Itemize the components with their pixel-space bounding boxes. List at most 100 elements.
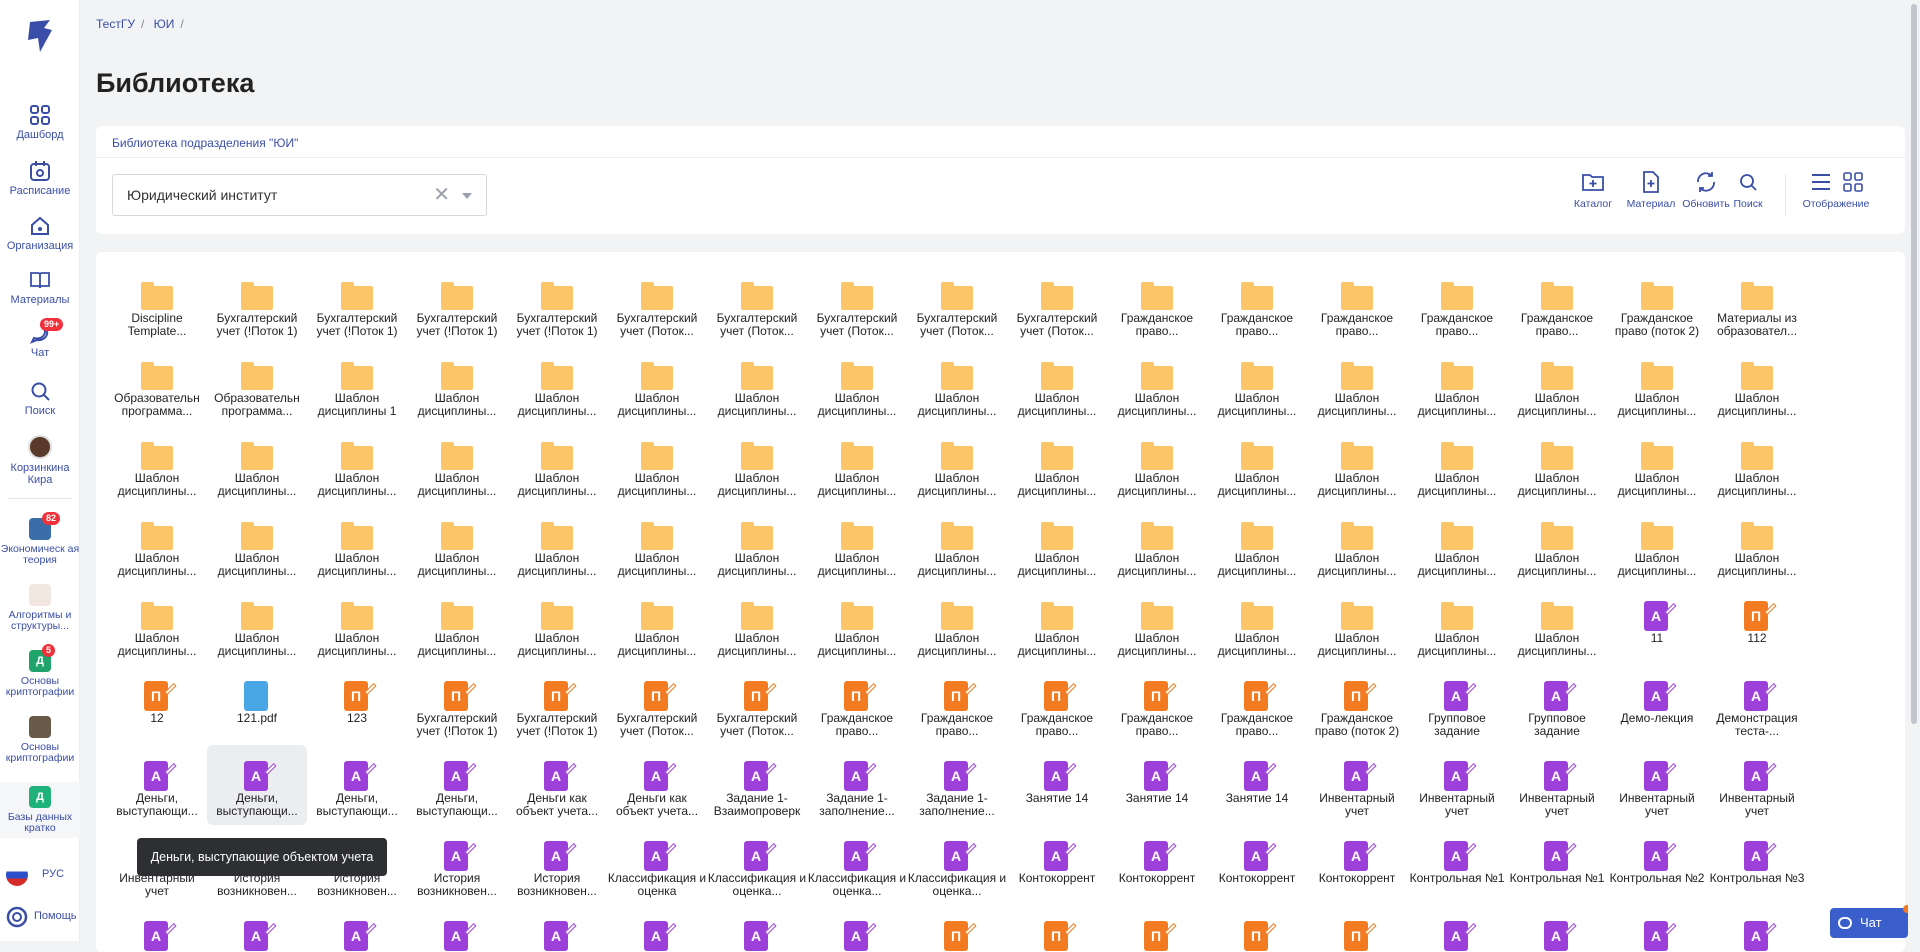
material-item[interactable]: АИнвентарный учет	[1607, 745, 1707, 825]
folder-item[interactable]: Шаблон дисциплины...	[807, 345, 907, 425]
sidebar-course[interactable]: 82 Экономическ ая теория	[0, 512, 80, 566]
folder-item[interactable]: Шаблон дисциплины...	[207, 505, 307, 585]
material-item[interactable]: П	[1207, 905, 1307, 952]
folder-item[interactable]: Шаблон дисциплины...	[107, 505, 207, 585]
folder-item[interactable]: Шаблон дисциплины...	[1107, 425, 1207, 505]
folder-item[interactable]: Шаблон дисциплины...	[1207, 425, 1307, 505]
folder-item[interactable]: Шаблон дисциплины...	[707, 345, 807, 425]
scrollbar-thumb[interactable]	[1911, 4, 1917, 724]
material-item[interactable]: А Контрольная №1	[1507, 825, 1607, 905]
material-item[interactable]: 121.pdf	[207, 665, 307, 745]
folder-item[interactable]: Шаблон дисциплины...	[1407, 345, 1507, 425]
folder-item[interactable]: Шаблон дисциплины...	[1007, 425, 1107, 505]
folder-item[interactable]: Шаблон дисциплины...	[1007, 345, 1107, 425]
material-item[interactable]: А Деньги, выступающи...	[307, 745, 407, 825]
folder-item[interactable]: Шаблон дисциплины...	[1407, 505, 1507, 585]
material-item[interactable]: А Задание 1- заполнение...	[907, 745, 1007, 825]
chat-button[interactable]: Чат	[1830, 905, 1911, 938]
folder-item[interactable]: Шаблон дисциплины 1	[307, 345, 407, 425]
material-item[interactable]: П 123	[307, 665, 407, 745]
clear-icon[interactable]: ✕	[433, 185, 450, 205]
folder-item[interactable]: Шаблон дисциплины...	[1407, 425, 1507, 505]
folder-item[interactable]: Гражданское право (поток 2)	[1607, 265, 1707, 345]
material-item[interactable]: А Занятие 14	[1107, 745, 1207, 825]
material-item[interactable]: А	[607, 905, 707, 952]
material-item[interactable]: А Деньги, выступающи...	[107, 745, 207, 825]
material-item[interactable]: АИстория возникновен...	[507, 825, 607, 905]
material-item[interactable]: А Контрольная №2	[1607, 825, 1707, 905]
folder-item[interactable]: Образовательн программа...	[107, 345, 207, 425]
material-item[interactable]: П	[1307, 905, 1407, 952]
material-item[interactable]: А Групповое задание	[1507, 665, 1607, 745]
folder-item[interactable]: Шаблон дисциплины...	[1507, 505, 1607, 585]
material-item[interactable]: А	[807, 905, 907, 952]
material-item[interactable]: А	[507, 905, 607, 952]
folder-item[interactable]: Шаблон дисциплины...	[1107, 585, 1207, 665]
folder-item[interactable]: Шаблон дисциплины...	[307, 585, 407, 665]
material-item[interactable]: П	[1107, 905, 1207, 952]
language-switcher[interactable]: РУС	[6, 864, 76, 886]
folder-item[interactable]: Шаблон дисциплины...	[707, 505, 807, 585]
material-item[interactable]: А Задание 1- Взаимопроверк	[707, 745, 807, 825]
folder-item[interactable]: Шаблон дисциплины...	[1207, 345, 1307, 425]
folder-item[interactable]: Бухгалтерский учет (!Поток 1)	[207, 265, 307, 345]
folder-item[interactable]: Шаблон дисциплины...	[807, 505, 907, 585]
material-item[interactable]: А Деньги как объект учета...	[507, 745, 607, 825]
material-item[interactable]: А	[1507, 905, 1607, 952]
help-link[interactable]: Помощь	[6, 906, 77, 928]
folder-item[interactable]: Бухгалтерский учет (Поток...	[907, 265, 1007, 345]
folder-item[interactable]: Материалы из образовател...	[1707, 265, 1807, 345]
nav-materials[interactable]: Материалы	[0, 269, 80, 306]
folder-item[interactable]: Шаблон дисциплины...	[607, 505, 707, 585]
nav-user-profile[interactable]: Корзинкина Кира	[0, 435, 80, 486]
folder-item[interactable]: Шаблон дисциплины...	[1107, 345, 1207, 425]
folder-item[interactable]: Шаблон дисциплины...	[607, 425, 707, 505]
sidebar-course[interactable]: Д 5 Основы криптографии	[0, 644, 80, 698]
folder-item[interactable]: Гражданское право...	[1307, 265, 1407, 345]
nav-dashboard[interactable]: Дашборд	[0, 104, 80, 141]
material-item[interactable]: А Классификация и оценка	[607, 825, 707, 905]
folder-item[interactable]: Шаблон дисциплины...	[907, 585, 1007, 665]
material-item[interactable]: П Бухгалтерский учет (!Поток 1)	[407, 665, 507, 745]
material-item[interactable]: П Бухгалтерский учет (Поток...	[607, 665, 707, 745]
material-item[interactable]: П Гражданское право (поток 2)	[1307, 665, 1407, 745]
add-catalog-button[interactable]: Каталог	[1570, 170, 1616, 210]
folder-item[interactable]: Шаблон дисциплины...	[607, 345, 707, 425]
material-item[interactable]: П 12	[107, 665, 207, 745]
folder-item[interactable]: Шаблон дисциплины...	[1207, 505, 1307, 585]
material-item[interactable]: А Занятие 14	[1207, 745, 1307, 825]
folder-item[interactable]: Шаблон дисциплины...	[1107, 505, 1207, 585]
folder-item[interactable]: Шаблон дисциплины...	[107, 425, 207, 505]
folder-item[interactable]: Шаблон дисциплины...	[507, 505, 607, 585]
folder-item[interactable]: Шаблон дисциплины...	[1307, 425, 1407, 505]
material-item[interactable]: А Групповое задание	[1407, 665, 1507, 745]
material-item[interactable]: А Деньги, выступающи...	[407, 745, 507, 825]
material-item[interactable]: П Бухгалтерский учет (!Поток 1)	[507, 665, 607, 745]
material-item[interactable]: П Гражданское право...	[807, 665, 907, 745]
folder-item[interactable]: Шаблон дисциплины...	[807, 425, 907, 505]
scrollbar[interactable]	[1908, 0, 1920, 941]
material-item[interactable]: П Гражданское право...	[1207, 665, 1307, 745]
folder-item[interactable]: Шаблон дисциплины...	[907, 505, 1007, 585]
nav-schedule[interactable]: Расписание	[0, 160, 80, 197]
material-item[interactable]: П Гражданское право...	[907, 665, 1007, 745]
folder-item[interactable]: Бухгалтерский учет (!Поток 1)	[307, 265, 407, 345]
material-item[interactable]: А Контокоррент	[1307, 825, 1407, 905]
folder-item[interactable]: Шаблон дисциплины...	[407, 585, 507, 665]
material-item[interactable]: А Деньги, выступающи...	[207, 745, 307, 825]
sidebar-course[interactable]: Д Базы данных кратко	[0, 782, 80, 838]
folder-item[interactable]: Образовательн программа...	[207, 345, 307, 425]
department-select[interactable]: Юридический институт ✕	[112, 174, 487, 216]
search-button[interactable]: Поиск	[1728, 170, 1768, 210]
sidebar-course[interactable]: Алгоритмы и структуры...	[0, 584, 80, 632]
folder-item[interactable]: Шаблон дисциплины...	[1007, 505, 1107, 585]
display-toggle[interactable]: Отображение	[1798, 170, 1874, 210]
chevron-down-icon[interactable]	[462, 193, 472, 199]
material-item[interactable]: АИнвентарный учет	[1507, 745, 1607, 825]
add-material-button[interactable]: Материал	[1624, 170, 1678, 210]
material-item[interactable]: А	[107, 905, 207, 952]
material-item[interactable]: А	[1707, 905, 1807, 952]
material-item[interactable]: А	[1407, 905, 1507, 952]
material-item[interactable]: А	[1607, 905, 1707, 952]
folder-item[interactable]: Шаблон дисциплины...	[407, 345, 507, 425]
